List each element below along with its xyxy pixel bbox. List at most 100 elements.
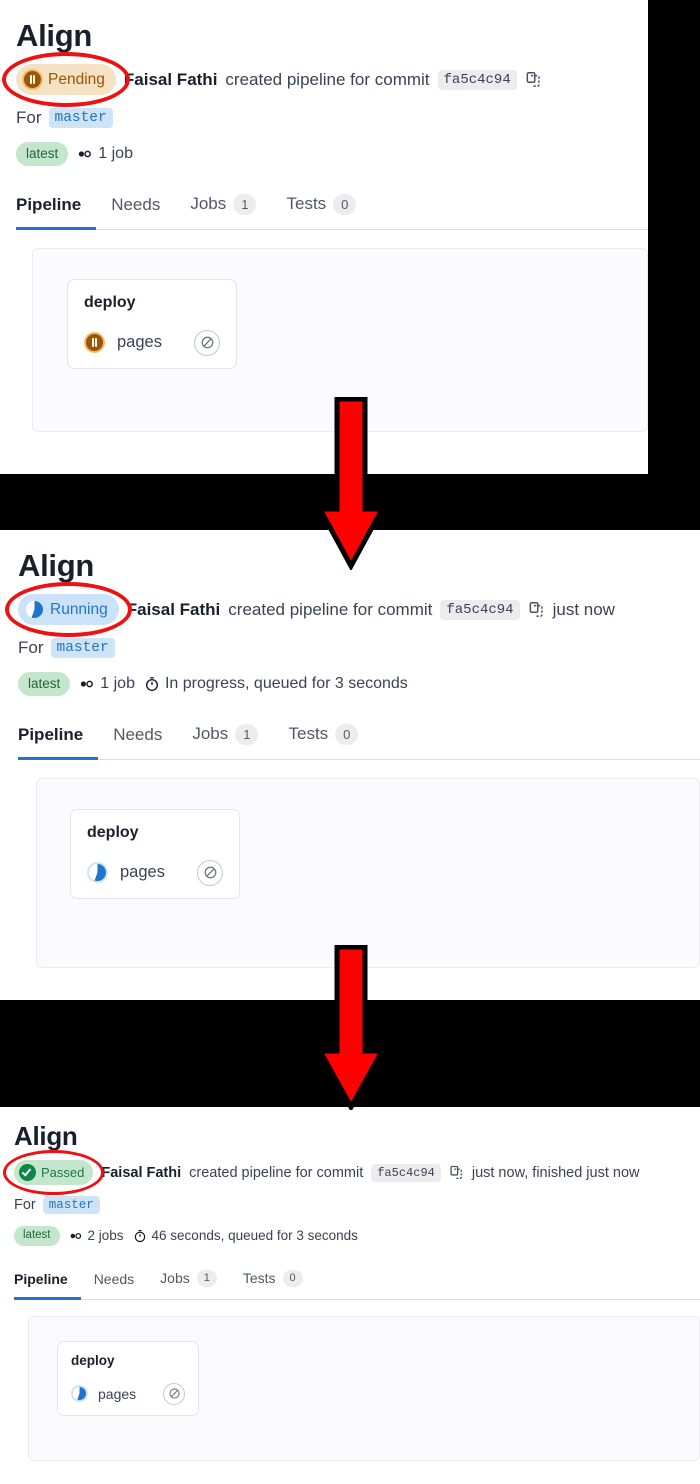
tab-count-badge: 0 <box>282 1269 303 1287</box>
tab-needs[interactable]: Needs <box>81 1271 147 1300</box>
job-row[interactable]: pages <box>84 329 220 356</box>
job-row[interactable]: pages <box>87 859 223 886</box>
tab-label: Needs <box>93 1270 135 1287</box>
pause-circle-icon <box>22 69 43 90</box>
tab-pipeline[interactable]: Pipeline <box>18 724 99 760</box>
stage-name: deploy <box>87 823 139 841</box>
jobs-count-label: 1 job <box>98 144 133 162</box>
tab-label: Pipeline <box>14 1270 68 1287</box>
tab-pipeline[interactable]: Pipeline <box>14 1271 81 1300</box>
stopwatch-icon <box>133 1229 147 1243</box>
for-label: For <box>18 638 44 657</box>
pipeline-meta-row: latest 1 job In progress, queued for 3 s… <box>18 672 700 696</box>
ref-badge[interactable]: master <box>48 108 113 128</box>
tab-pipeline[interactable]: Pipeline <box>16 194 97 230</box>
cancel-icon[interactable] <box>163 1382 185 1405</box>
status-badge-wrapper: Pending <box>2 52 130 107</box>
status-badge-wrapper: Running <box>5 582 132 637</box>
copy-to-clipboard-icon[interactable] <box>525 71 542 88</box>
flow-arrow-1 <box>316 397 386 570</box>
cancel-icon[interactable] <box>194 329 220 356</box>
job-name[interactable]: pages <box>120 863 185 882</box>
pipeline-author[interactable]: Faisal Fathi <box>127 600 221 620</box>
status-badge-label: Running <box>50 600 108 618</box>
duration-label: In progress, queued for 3 seconds <box>164 674 408 692</box>
tab-jobs[interactable]: Jobs 1 <box>147 1269 230 1300</box>
tab-count-badge: 0 <box>333 193 357 215</box>
pipeline-graph: deploy pages <box>36 777 700 968</box>
pipeline-author[interactable]: Faisal Fathi <box>101 1165 181 1181</box>
commit-description: created pipeline for commit <box>189 1164 364 1181</box>
tab-label: Tests <box>242 1270 276 1286</box>
latest-badge: latest <box>14 1226 60 1246</box>
tab-tests[interactable]: Tests 0 <box>230 1269 316 1300</box>
for-label: For <box>14 1197 36 1213</box>
pipeline-author[interactable]: Faisal Fathi <box>124 70 218 90</box>
stopwatch-icon <box>144 676 160 692</box>
latest-badge: latest <box>16 142 69 166</box>
tab-count-badge: 1 <box>233 193 257 215</box>
tab-label: Pipeline <box>16 194 82 214</box>
tab-label: Tests <box>286 194 327 213</box>
copy-to-clipboard-icon[interactable] <box>449 1165 464 1180</box>
stage-name: deploy <box>84 293 136 311</box>
status-badge[interactable]: Running <box>18 594 119 625</box>
tab-tests[interactable]: Tests 0 <box>271 193 371 230</box>
tab-jobs[interactable]: Jobs 1 <box>177 723 273 760</box>
job-row[interactable]: pages <box>71 1382 185 1405</box>
screenshot-root: { "colors": { "pending_bg": "#f5e2c4", "… <box>0 0 700 1484</box>
commit-sha[interactable]: fa5c4c94 <box>440 599 520 620</box>
pipeline-status-row: Passed Faisal Fathi created pipeline for… <box>3 1150 700 1195</box>
page-title: Align <box>16 18 92 53</box>
page-title: Align <box>14 1121 78 1151</box>
commit-description: created pipeline for commit <box>225 69 430 89</box>
pipeline-jobs-icon <box>79 676 95 692</box>
tab-label: Jobs <box>190 194 227 213</box>
commit-sha[interactable]: fa5c4c94 <box>437 69 517 90</box>
pipeline-tabs: Pipeline Needs Jobs 1 Tests 0 <box>14 1269 700 1300</box>
flow-arrow-2 <box>316 945 386 1110</box>
ref-badge[interactable]: master <box>50 638 115 658</box>
duration-item: 46 seconds, queued for 3 seconds <box>133 1228 358 1243</box>
jobs-count-item: 1 job <box>79 675 135 693</box>
commit-description: created pipeline for commit <box>228 599 433 619</box>
check-circle-icon <box>19 1164 36 1181</box>
stage-name: deploy <box>71 1352 115 1368</box>
tab-count-badge: 1 <box>196 1269 217 1287</box>
jobs-count-item: 1 job <box>77 145 133 163</box>
ref-badge[interactable]: master <box>42 1196 100 1214</box>
pipeline-tabs: Pipeline Needs Jobs 1 Tests 0 <box>16 193 648 230</box>
tab-jobs[interactable]: Jobs 1 <box>175 193 271 230</box>
job-name[interactable]: pages <box>98 1386 153 1402</box>
pipeline-status-row: Running Faisal Fathi created pipeline fo… <box>5 582 700 637</box>
tab-label: Tests <box>288 724 329 743</box>
pipeline-panel-running: Align Running Faisal Fathi created pipel… <box>0 530 700 1000</box>
pipeline-panel-passed: Align Passed Faisal Fathi created pipeli… <box>0 1107 700 1484</box>
status-badge[interactable]: Passed <box>14 1160 94 1185</box>
tab-label: Pipeline <box>18 724 84 744</box>
pipeline-time: just now, finished just now <box>471 1164 640 1181</box>
jobs-count-label: 2 jobs <box>87 1228 124 1244</box>
running-spinner-icon <box>87 862 108 883</box>
tab-label: Needs <box>111 194 161 214</box>
commit-sha[interactable]: fa5c4c94 <box>371 1163 441 1182</box>
pipeline-graph: deploy pages <box>28 1315 700 1461</box>
duration-label: 46 seconds, queued for 3 seconds <box>151 1228 358 1244</box>
latest-badge: latest <box>18 672 71 696</box>
job-name[interactable]: pages <box>117 333 182 352</box>
tab-needs[interactable]: Needs <box>96 195 175 230</box>
stage-card-deploy: deploy pages <box>57 1340 199 1416</box>
status-badge[interactable]: Pending <box>16 64 116 95</box>
jobs-count-label: 1 job <box>100 674 135 692</box>
pipeline-status-row: Pending Faisal Fathi created pipeline fo… <box>2 52 648 107</box>
cancel-icon[interactable] <box>197 859 223 886</box>
tab-tests[interactable]: Tests 0 <box>273 723 373 760</box>
stage-card-deploy: deploy pages <box>67 278 237 369</box>
pipeline-ref-row: For master <box>14 1196 700 1214</box>
pipeline-tabs: Pipeline Needs Jobs 1 Tests 0 <box>18 723 700 760</box>
tab-needs[interactable]: Needs <box>98 725 177 760</box>
running-spinner-icon <box>24 599 45 620</box>
tab-label: Jobs <box>160 1270 190 1286</box>
pipeline-ref-row: For master <box>18 638 700 658</box>
copy-to-clipboard-icon[interactable] <box>528 601 545 618</box>
